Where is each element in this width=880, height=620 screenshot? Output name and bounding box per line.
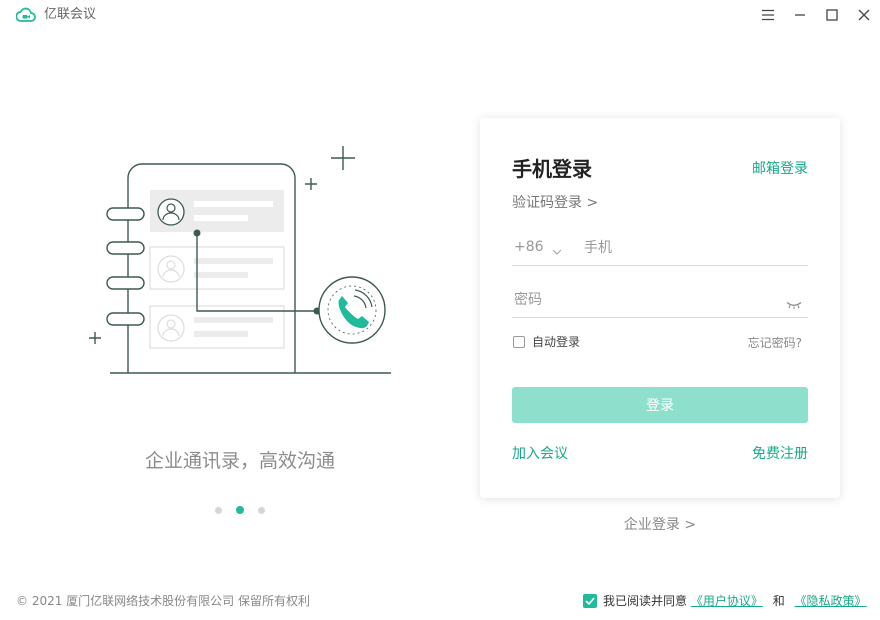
minimize-icon[interactable] xyxy=(789,4,811,26)
auto-login-checkbox[interactable] xyxy=(513,336,525,348)
email-login-link[interactable]: 邮箱登录 xyxy=(752,159,808,179)
carousel-dot[interactable] xyxy=(258,506,265,514)
carousel-dot-active[interactable] xyxy=(236,506,244,514)
auto-login-label[interactable]: 自动登录 xyxy=(532,334,580,350)
code-login-link[interactable]: 验证码登录 > xyxy=(512,194,598,212)
phone-input[interactable] xyxy=(584,238,804,258)
maximize-icon[interactable] xyxy=(821,4,843,26)
agree-prefix: 我已阅读并同意 xyxy=(603,594,688,608)
copyright-text: © 2021 厦门亿联网络技术股份有限公司 保留所有权利 xyxy=(16,594,310,608)
carousel-dot[interactable] xyxy=(215,506,222,514)
app-title: 亿联会议 xyxy=(44,7,97,22)
enterprise-login-link[interactable]: 企业登录 > xyxy=(480,516,840,534)
login-card: 手机登录 邮箱登录 验证码登录 > +86 自动登录 忘记密码? 登录 加入会议… xyxy=(480,118,840,498)
login-title: 手机登录 xyxy=(512,157,592,181)
privacy-policy-link[interactable]: 《隐私政策》 xyxy=(795,594,867,608)
chevron-down-icon[interactable] xyxy=(552,240,562,259)
menu-icon[interactable] xyxy=(757,4,779,26)
phone-field-row: +86 xyxy=(512,233,808,266)
login-button[interactable]: 登录 xyxy=(512,387,808,423)
app-logo-icon xyxy=(15,6,36,24)
password-input[interactable] xyxy=(514,290,774,310)
password-field-row xyxy=(512,285,808,318)
user-agreement-link[interactable]: 《用户协议》 xyxy=(691,594,763,608)
agreement-text: 我已阅读并同意 《用户协议》 和 《隐私政策》 xyxy=(603,593,867,609)
eye-closed-icon[interactable] xyxy=(786,294,802,313)
country-code-select[interactable]: +86 xyxy=(514,239,544,255)
join-meeting-link[interactable]: 加入会议 xyxy=(512,445,568,463)
carousel-slogan: 企业通讯录，高效沟通 xyxy=(144,450,335,472)
close-icon[interactable] xyxy=(853,4,875,26)
register-link[interactable]: 免费注册 xyxy=(752,445,808,463)
check-icon xyxy=(585,597,595,605)
contacts-illustration xyxy=(80,130,400,390)
agree-checkbox[interactable] xyxy=(583,594,597,608)
agree-and: 和 xyxy=(772,594,785,608)
forgot-password-link[interactable]: 忘记密码? xyxy=(748,335,802,351)
carousel-dots xyxy=(200,504,280,516)
